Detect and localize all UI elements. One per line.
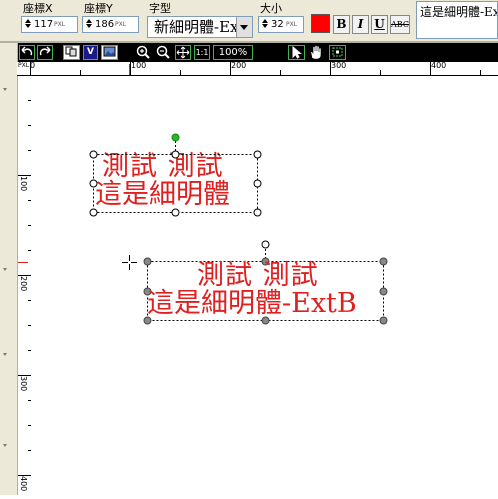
ruler-tick-label: 400: [19, 476, 28, 492]
undo-icon: [21, 46, 33, 56]
text-object-2-line1: 測試 測試: [197, 260, 319, 291]
copy-icon: [65, 46, 77, 57]
select-tool-button[interactable]: [288, 45, 305, 60]
text-object-2[interactable]: 測試 測試 這是細明體-ExtB: [147, 261, 384, 321]
font-label: 字型: [149, 2, 171, 15]
toolbar: V 1:1 100%: [0, 43, 498, 62]
font-select[interactable]: 新細明體-ExtB: [147, 16, 253, 38]
text-object-1-line2: 這是細明體: [95, 179, 230, 210]
side-marker-icons: [3, 88, 7, 447]
y-coord-input[interactable]: 186 PXL: [82, 16, 139, 33]
property-bar: 座標X 117 PXL 座標Y 186 PXL 字型 新細明體-ExtB 大小 …: [0, 0, 498, 41]
x-coord-input[interactable]: 117 PXL: [21, 16, 78, 33]
vertical-button[interactable]: V: [83, 45, 98, 60]
ruler-ticks: [30, 62, 481, 75]
side-panel: [0, 43, 18, 495]
ruler-tick-label: 300: [19, 376, 28, 392]
hand-icon: [310, 45, 322, 60]
crop-tool-button[interactable]: [329, 45, 346, 60]
ruler-tick-label: 100: [19, 176, 28, 192]
horizontal-ruler: PXL 0 100 200 300 400: [17, 62, 498, 76]
strikethrough-button[interactable]: ABC: [390, 15, 410, 34]
spin-arrows-icon[interactable]: [84, 18, 93, 31]
canvas[interactable]: 100 200 300 400 測試 測試 這是細明體 測試 測試 這是細明體-…: [18, 76, 498, 495]
fit-page-icon: [176, 46, 190, 59]
ruler-tick-label: 200: [19, 276, 28, 292]
chevron-down-icon[interactable]: [236, 17, 252, 37]
size-label: 大小: [260, 2, 282, 15]
redo-button[interactable]: [37, 45, 53, 60]
text-content-input[interactable]: 這是細明體-ExtB: [416, 1, 498, 39]
rotate-handle: [171, 133, 180, 142]
text-object-1-line1: 測試 測試: [102, 151, 224, 182]
zoom-out-icon: [156, 45, 170, 59]
zoom-in-button[interactable]: [135, 45, 151, 60]
x-coord-label: 座標X: [23, 2, 53, 15]
separator: [0, 41, 498, 43]
text-object-2-line2: 這是細明體-ExtB: [147, 288, 357, 319]
italic-button[interactable]: I: [352, 15, 369, 34]
zoom-in-icon: [136, 45, 150, 59]
crosshair-cursor-icon: [122, 255, 137, 270]
image-button[interactable]: [101, 45, 118, 60]
crop-select-icon: [332, 47, 343, 57]
zoom-level[interactable]: 100%: [213, 45, 253, 60]
copy-button[interactable]: [63, 45, 80, 60]
pan-tool-button[interactable]: [308, 45, 325, 60]
text-object-1[interactable]: 測試 測試 這是細明體: [93, 151, 257, 213]
color-swatch[interactable]: [311, 14, 330, 33]
redo-icon: [39, 46, 51, 56]
undo-button[interactable]: [19, 45, 35, 60]
spin-arrows-icon[interactable]: [260, 18, 269, 31]
y-coord-label: 座標Y: [84, 2, 113, 15]
bold-button[interactable]: B: [333, 15, 350, 34]
arrow-pointer-icon: [292, 45, 302, 59]
size-input[interactable]: 32 PXL: [258, 16, 304, 33]
spin-arrows-icon[interactable]: [23, 18, 32, 31]
fit-page-button[interactable]: [175, 45, 191, 60]
image-icon: [103, 46, 116, 57]
actual-size-button[interactable]: 1:1: [194, 45, 210, 60]
zoom-out-button[interactable]: [155, 45, 171, 60]
underline-button[interactable]: U: [371, 15, 388, 34]
